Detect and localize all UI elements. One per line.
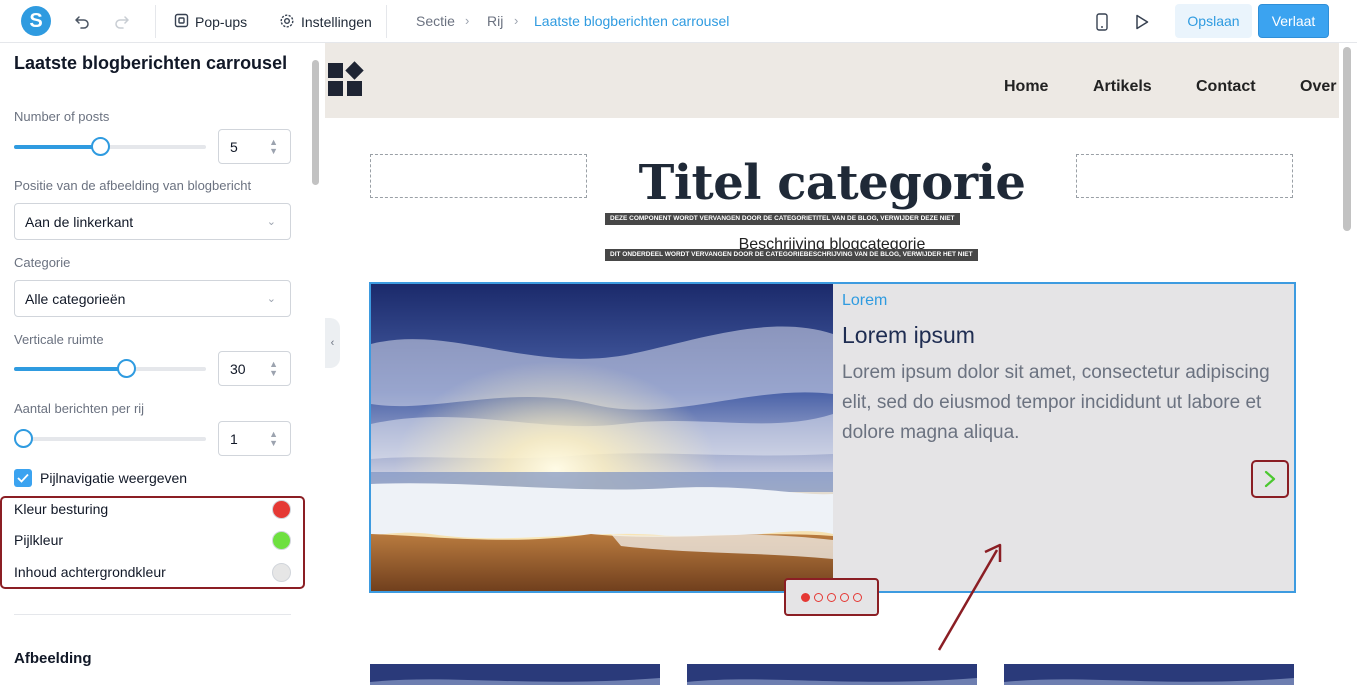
app-logo[interactable]: S xyxy=(21,6,51,36)
popups-label: Pop-ups xyxy=(195,14,248,30)
per-row-slider[interactable] xyxy=(14,429,206,448)
nav-articles[interactable]: Artikels xyxy=(1093,78,1152,96)
play-preview-icon[interactable] xyxy=(1132,12,1152,32)
nav-contact[interactable]: Contact xyxy=(1196,78,1256,96)
toolbar-divider xyxy=(386,5,387,38)
category-select[interactable]: Alle categorieën ⌄ xyxy=(14,280,291,317)
top-toolbar: S Pop-ups Instellingen Sectie › Rij › La… xyxy=(0,0,1357,43)
gear-icon xyxy=(279,13,295,32)
post-excerpt: Lorem ipsum dolor sit amet, consectetur … xyxy=(842,362,1270,443)
annotation-arrow-icon xyxy=(937,543,1002,651)
image-position-label: Positie van de afbeelding van blogberich… xyxy=(14,178,252,193)
arrow-color-label: Pijlkleur xyxy=(14,532,64,548)
posts-label: Number of posts xyxy=(14,109,110,124)
breadcrumb-row[interactable]: Rij xyxy=(487,13,503,29)
description-notice-badge: DIT ONDERDEEL WORDT VERVANGEN DOOR DE CA… xyxy=(605,249,978,261)
breadcrumb-section[interactable]: Sectie xyxy=(416,13,455,29)
chevron-left-icon: ‹ xyxy=(330,337,335,349)
chevron-right-icon: › xyxy=(465,13,470,28)
pagination-dot[interactable] xyxy=(827,592,836,602)
vertical-space-input[interactable]: 30 ▲ ▼ xyxy=(218,351,291,386)
per-row-input[interactable]: 1 ▲ ▼ xyxy=(218,421,291,456)
arrows-label: Pijlnavigatie weergeven xyxy=(40,470,188,486)
vertical-space-label: Verticale ruimte xyxy=(14,332,104,347)
posts-slider[interactable] xyxy=(14,137,206,156)
pagination-dot[interactable] xyxy=(840,592,849,602)
next-arrow-button[interactable] xyxy=(1251,460,1289,498)
chevron-right-icon: › xyxy=(514,13,519,28)
chevron-down-icon: ⌄ xyxy=(266,293,276,305)
popup-icon xyxy=(174,13,189,31)
slider-handle[interactable] xyxy=(117,359,136,378)
beach-sunset-image xyxy=(371,284,833,591)
slider-fill xyxy=(14,145,101,149)
undo-icon[interactable] xyxy=(72,12,92,32)
slider-handle[interactable] xyxy=(14,429,33,448)
collapse-panel-button[interactable]: ‹ xyxy=(325,318,340,368)
post-category[interactable]: Lorem xyxy=(842,292,887,310)
arrows-checkbox[interactable] xyxy=(14,469,32,487)
page-canvas: Home Artikels Contact Over Titel categor… xyxy=(325,43,1339,685)
category-label: Categorie xyxy=(14,255,71,270)
settings-panel: Laatste blogberichten carrousel Number o… xyxy=(0,43,310,685)
leave-button[interactable]: Verlaat xyxy=(1258,4,1329,38)
pagination-dot[interactable] xyxy=(814,592,823,602)
per-row-label: Aantal berichten per rij xyxy=(14,401,145,416)
slider-fill xyxy=(14,367,127,371)
canvas-scrollbar[interactable] xyxy=(1339,43,1357,685)
redo-icon[interactable] xyxy=(112,12,132,32)
control-color-swatch[interactable] xyxy=(272,500,291,519)
category-title[interactable]: Titel categorie xyxy=(325,155,1339,211)
settings-button[interactable]: Instellingen xyxy=(279,11,372,33)
carousel-pagination xyxy=(784,578,879,616)
content-bg-color-label: Inhoud achtergrondkleur xyxy=(14,564,166,580)
thumbnail-image xyxy=(370,664,660,685)
posts-value: 5 xyxy=(230,139,238,155)
chevron-right-icon xyxy=(1264,470,1276,488)
pagination-dot[interactable] xyxy=(801,592,810,602)
stepper-icon[interactable]: ▲ ▼ xyxy=(269,430,278,448)
nav-about[interactable]: Over xyxy=(1300,78,1336,96)
site-logo-icon[interactable] xyxy=(328,61,366,99)
breadcrumb-current: Laatste blogberichten carrousel xyxy=(534,13,730,29)
popups-button[interactable]: Pop-ups xyxy=(174,11,247,33)
panel-scrollbar[interactable] xyxy=(312,60,319,185)
arrow-color-swatch[interactable] xyxy=(272,531,291,550)
image-position-value: Aan de linkerkant xyxy=(25,214,134,230)
pagination-dot[interactable] xyxy=(853,592,862,602)
control-color-label: Kleur besturing xyxy=(14,501,109,517)
thumbnail-image xyxy=(1004,664,1294,685)
blog-carousel[interactable]: Lorem Lorem ipsum Lorem ipsum dolor sit … xyxy=(369,282,1296,593)
toolbar-divider xyxy=(155,5,156,38)
thumbnail-image xyxy=(687,664,977,685)
stepper-icon[interactable]: ▲ ▼ xyxy=(269,138,278,156)
slider-handle[interactable] xyxy=(91,137,110,156)
save-button[interactable]: Opslaan xyxy=(1175,4,1252,38)
nav-home[interactable]: Home xyxy=(1004,78,1048,96)
post-title[interactable]: Lorem ipsum xyxy=(842,322,975,349)
check-icon xyxy=(17,473,29,483)
chevron-down-icon: ⌄ xyxy=(266,216,276,228)
category-value: Alle categorieën xyxy=(25,291,126,307)
image-position-select[interactable]: Aan de linkerkant ⌄ xyxy=(14,203,291,240)
settings-label: Instellingen xyxy=(301,14,372,30)
mobile-preview-icon[interactable] xyxy=(1092,12,1112,32)
image-section-heading[interactable]: Afbeelding xyxy=(14,650,92,667)
per-row-value: 1 xyxy=(230,431,238,447)
vertical-space-value: 30 xyxy=(230,361,246,377)
site-header: Home Artikels Contact Over xyxy=(325,43,1339,118)
title-notice-badge: DEZE COMPONENT WORDT VERVANGEN DOOR DE C… xyxy=(605,213,960,225)
scrollbar-thumb[interactable] xyxy=(1343,47,1351,231)
vertical-space-slider[interactable] xyxy=(14,359,206,378)
stepper-icon[interactable]: ▲ ▼ xyxy=(269,360,278,378)
section-divider xyxy=(14,614,291,615)
posts-input[interactable]: 5 ▲ ▼ xyxy=(218,129,291,164)
panel-title: Laatste blogberichten carrousel xyxy=(14,53,288,73)
content-bg-color-swatch[interactable] xyxy=(272,563,291,582)
